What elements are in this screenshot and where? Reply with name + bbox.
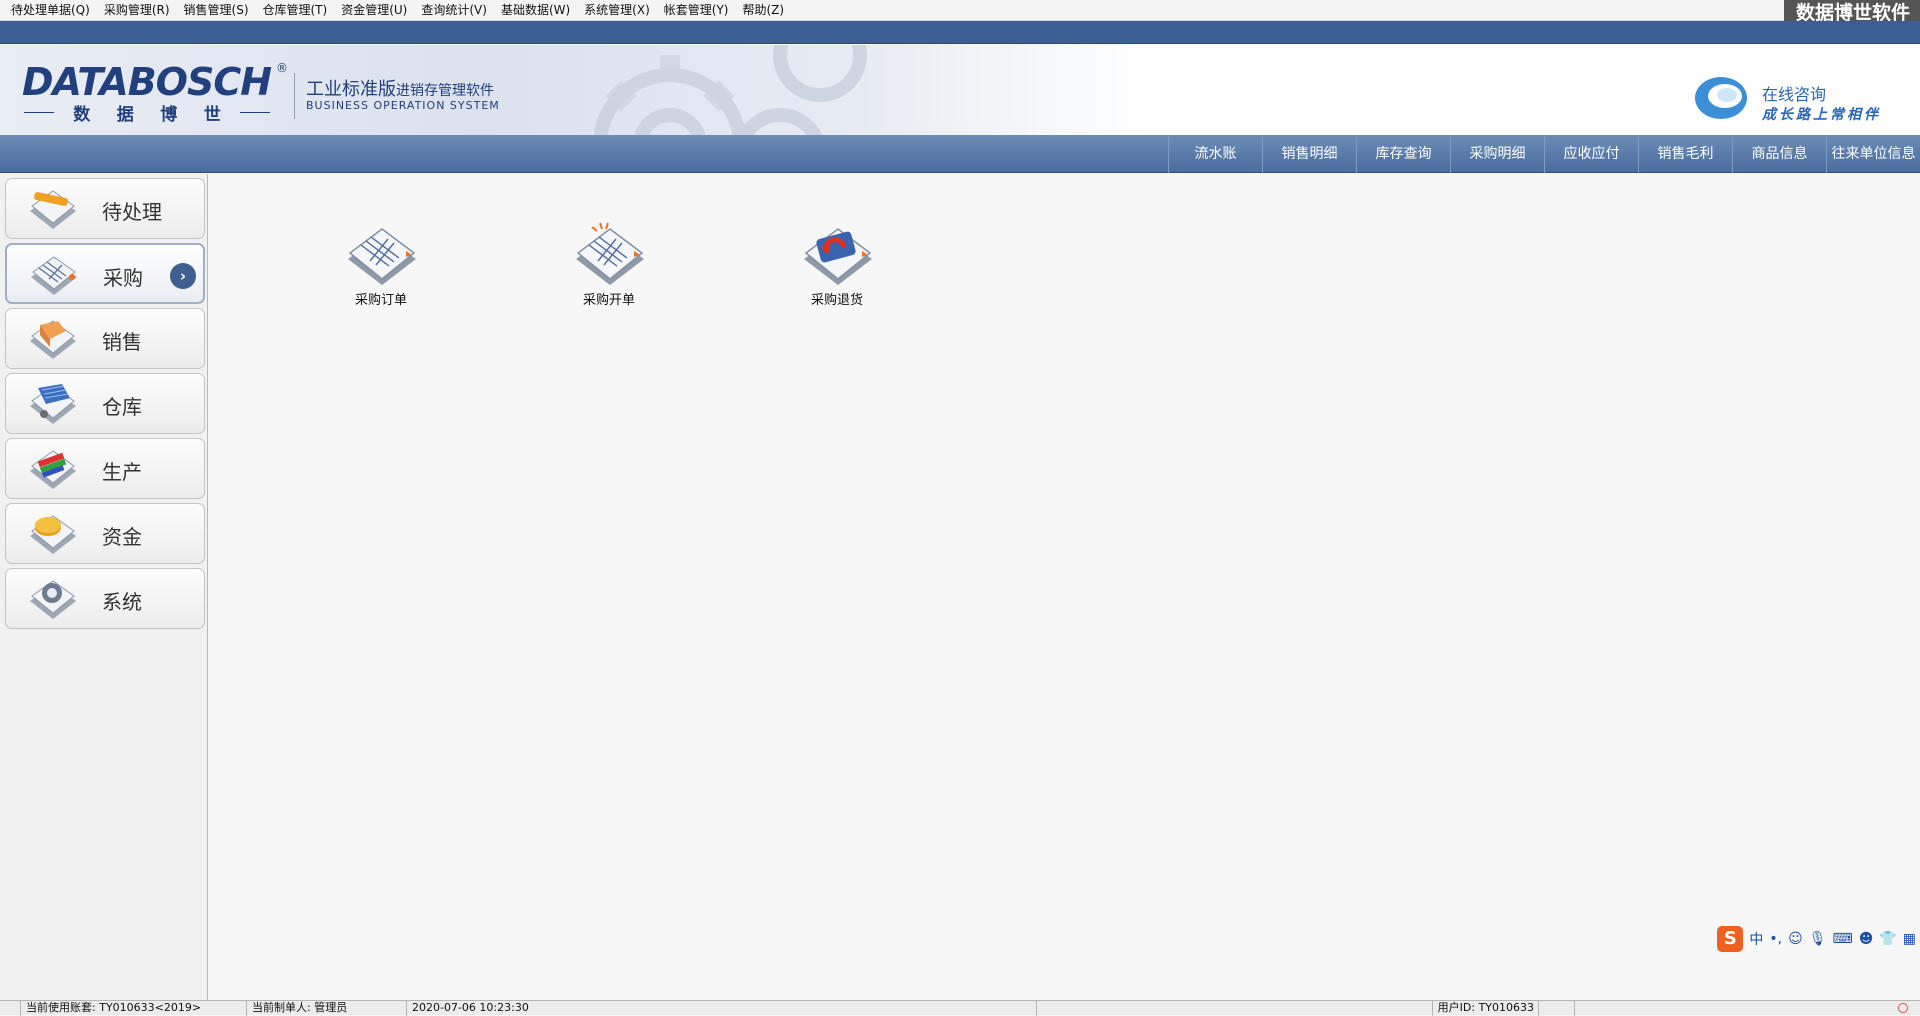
pending-icon <box>30 190 76 229</box>
sidebar-item-label: 资金 <box>102 525 142 549</box>
status-empty-cell <box>1574 1001 1884 1016</box>
menu-bar: 待处理单据(Q) 采购管理(R) 销售管理(S) 仓库管理(T) 资金管理(U)… <box>0 0 1920 21</box>
purchase-order-item[interactable]: 采购订单 <box>316 221 426 321</box>
product-edition: 工业标准版 <box>306 79 396 100</box>
menu-basic-data[interactable]: 基础数据(W) <box>494 0 577 21</box>
sidebar-item-label: 系统 <box>102 590 142 614</box>
status-operator: 当前制单人: 管理员 <box>246 1001 406 1016</box>
quicknav-purchase-detail[interactable]: 采购明细 <box>1450 134 1544 173</box>
purchase-invoice-item[interactable]: 采购开单 <box>544 221 654 321</box>
status-bar: 当前使用账套: TY010633<2019> 当前制单人: 管理员 2020-0… <box>0 1000 1920 1016</box>
status-empty-cell <box>1538 1001 1574 1016</box>
logo-char: 据 <box>116 105 134 125</box>
quicknav-journal[interactable]: 流水账 <box>1168 134 1262 173</box>
skin-icon[interactable]: 👕 <box>1879 931 1896 947</box>
sidebar-item-label: 采购 <box>103 266 143 290</box>
status-datetime: 2020-07-06 10:23:30 <box>406 1001 1036 1016</box>
sidebar-item-label: 待处理 <box>102 200 162 224</box>
purchase-invoice-icon[interactable] <box>572 221 648 291</box>
quicknav-sales-detail[interactable]: 销售明细 <box>1262 134 1356 173</box>
product-subtitle: 进销存管理软件 <box>396 83 494 99</box>
quicknav-partner-info[interactable]: 往来单位信息 <box>1826 134 1920 173</box>
logo-chinese-name: 数 据 博 世 <box>24 100 270 125</box>
quicknav-receivable-payable[interactable]: 应收应付 <box>1544 134 1638 173</box>
status-operator-value: 管理员 <box>314 1001 348 1014</box>
menu-help[interactable]: 帮助(Z) <box>735 0 791 21</box>
menu-warehouse[interactable]: 仓库管理(T) <box>256 0 335 21</box>
logo-char: 数 <box>73 105 91 125</box>
logo-char: 世 <box>203 105 221 125</box>
ime-punct-toggle[interactable]: •, <box>1769 931 1782 947</box>
purchase-return-item[interactable]: 采购退货 <box>772 221 882 321</box>
status-account: 当前使用账套: TY010633<2019> <box>20 1001 246 1016</box>
sidebar-item-system[interactable]: 系统 <box>5 568 205 629</box>
purchase-invoice-label[interactable]: 采购开单 <box>544 289 674 308</box>
sidebar-item-label: 生产 <box>102 460 142 484</box>
quick-nav-bar: 流水账 销售明细 库存查询 采购明细 应收应付 销售毛利 商品信息 往来单位信息 <box>0 134 1920 173</box>
menu-system[interactable]: 系统管理(X) <box>577 0 657 21</box>
banner: DATABOSCH ® 数 据 博 世 工业标准版进销存管理软件 BUSINES… <box>0 45 1920 135</box>
menu-funds[interactable]: 资金管理(U) <box>334 0 414 21</box>
menu-query[interactable]: 查询统计(V) <box>414 0 494 21</box>
gear-decoration-icon <box>593 45 867 135</box>
module-sidebar: 待处理 采购 › 销售 仓库 生产 资金 系统 <box>0 174 208 1000</box>
sidebar-item-purchase[interactable]: 采购 › <box>5 243 205 304</box>
sidebar-item-sales[interactable]: 销售 <box>5 308 205 369</box>
product-title: 工业标准版进销存管理软件 <box>306 75 494 101</box>
user-icon[interactable]: ☻ <box>1859 931 1874 947</box>
warehouse-icon <box>30 384 76 424</box>
online-consult-link[interactable]: 在线咨询 <box>1762 81 1826 105</box>
status-account-label: 当前使用账套: <box>26 1001 96 1014</box>
status-operator-label: 当前制单人: <box>252 1001 311 1014</box>
sidebar-item-pending[interactable]: 待处理 <box>5 178 205 239</box>
product-english-name: BUSINESS OPERATION SYSTEM <box>306 99 500 112</box>
grid-menu-icon[interactable]: ▦ <box>1903 931 1916 947</box>
menu-sales[interactable]: 销售管理(S) <box>177 0 256 21</box>
sidebar-item-production[interactable]: 生产 <box>5 438 205 499</box>
quicknav-stock-query[interactable]: 库存查询 <box>1356 134 1450 173</box>
production-icon <box>30 450 76 489</box>
sidebar-item-label: 销售 <box>102 330 142 354</box>
logo-char: 博 <box>160 105 178 125</box>
purchase-return-label[interactable]: 采购退货 <box>772 289 902 308</box>
status-account-value: TY010633<2019> <box>99 1001 202 1014</box>
sogou-logo-icon[interactable]: S <box>1717 926 1744 952</box>
sidebar-item-warehouse[interactable]: 仓库 <box>5 373 205 434</box>
ime-toolbar: S 中 •, ☺ 🎙 ⌨ ☻ 👕 ▦ <box>1717 924 1916 954</box>
status-user-id: 用户ID: TY010633 <box>1432 1001 1538 1016</box>
emoji-icon[interactable]: ☺ <box>1788 931 1803 947</box>
status-spacer <box>1036 1001 1432 1016</box>
status-user-id-value: TY010633 <box>1478 1001 1534 1014</box>
purchase-order-label[interactable]: 采购订单 <box>316 289 446 308</box>
logo-wordmark: DATABOSCH <box>22 60 272 104</box>
menu-purchase[interactable]: 采购管理(R) <box>97 0 177 21</box>
menu-account-set[interactable]: 帐套管理(Y) <box>657 0 736 21</box>
purchase-order-icon[interactable] <box>344 221 420 291</box>
sales-icon <box>30 320 76 359</box>
sidebar-item-label: 仓库 <box>102 395 142 419</box>
top-strip <box>0 21 1920 44</box>
ime-mode-toggle[interactable]: 中 <box>1749 929 1763 949</box>
status-indicator-icon <box>1898 1003 1908 1013</box>
status-user-id-label: 用户ID: <box>1437 1001 1476 1014</box>
logo-divider <box>294 73 295 119</box>
chevron-right-icon[interactable]: › <box>170 263 196 289</box>
quicknav-sales-margin[interactable]: 销售毛利 <box>1638 134 1732 173</box>
purchase-icon <box>31 256 77 295</box>
menu-pending-docs[interactable]: 待处理单据(Q) <box>4 0 97 21</box>
quicknav-product-info[interactable]: 商品信息 <box>1732 134 1826 173</box>
keyboard-icon[interactable]: ⌨ <box>1833 931 1853 947</box>
logo-registered-mark: ® <box>276 61 288 75</box>
system-icon <box>30 580 76 619</box>
sidebar-item-funds[interactable]: 资金 <box>5 503 205 564</box>
workspace: 采购订单 采购开单 采购退货 S 中 •, ☺ 🎙 ⌨ ☻ 👕 ▦ <box>209 174 1920 1000</box>
consult-slogan: 成长路上常相伴 <box>1762 107 1881 123</box>
purchase-return-icon[interactable] <box>800 221 876 291</box>
funds-icon <box>30 515 76 554</box>
microphone-icon[interactable]: 🎙 <box>1809 931 1827 947</box>
online-consult-icon[interactable] <box>1693 75 1753 121</box>
